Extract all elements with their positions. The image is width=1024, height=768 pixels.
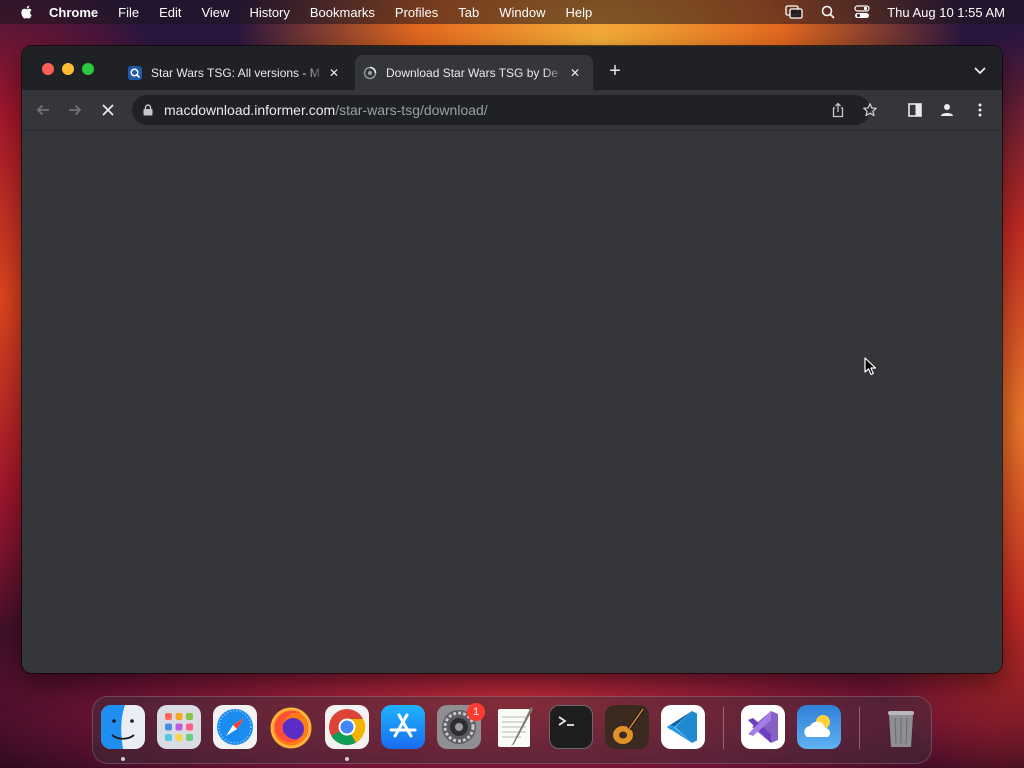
zoom-window-button[interactable]	[82, 63, 94, 75]
dock-separator	[723, 707, 724, 749]
menu-window[interactable]: Window	[499, 5, 545, 20]
profile-avatar-icon[interactable]	[937, 100, 957, 120]
chrome-icon[interactable]	[325, 705, 369, 749]
screen-mirroring-icon[interactable]	[785, 5, 803, 19]
menu-tab[interactable]: Tab	[458, 5, 479, 20]
minimize-window-button[interactable]	[62, 63, 74, 75]
back-arrow-icon[interactable]	[33, 100, 53, 120]
chevron-down-icon[interactable]	[972, 62, 988, 78]
app-store-icon[interactable]	[381, 705, 425, 749]
new-tab-plus-icon[interactable]: +	[606, 61, 624, 81]
lock-icon[interactable]	[142, 104, 154, 116]
firefox-icon[interactable]	[269, 705, 313, 749]
more-menu-icon[interactable]	[970, 100, 990, 120]
control-center-icon[interactable]	[853, 5, 871, 19]
bookmark-star-icon[interactable]	[861, 101, 879, 119]
close-tab-icon[interactable]: ✕	[567, 65, 583, 81]
address-bar[interactable]: macdownload.informer.com/star-wars-tsg/d…	[132, 95, 877, 125]
share-icon[interactable]	[829, 101, 847, 119]
forward-arrow-icon[interactable]	[65, 100, 85, 120]
apple-menu-icon[interactable]	[19, 4, 35, 20]
menu-profiles[interactable]: Profiles	[395, 5, 438, 20]
tab-title: Download Star Wars TSG by De	[386, 65, 567, 80]
close-window-button[interactable]	[42, 63, 54, 75]
tab-title: Star Wars TSG: All versions - M	[151, 65, 326, 80]
trash-icon[interactable]	[879, 705, 923, 749]
garageband-icon[interactable]	[605, 705, 649, 749]
dock: 1	[92, 696, 932, 764]
visual-studio-icon[interactable]	[741, 705, 785, 749]
mouse-pointer-icon	[864, 357, 877, 376]
menu-history[interactable]: History	[249, 5, 289, 20]
finder-icon[interactable]	[101, 705, 145, 749]
loading-globe-icon	[363, 66, 377, 79]
vscode-icon[interactable]	[661, 705, 705, 749]
menu-view[interactable]: View	[201, 5, 229, 20]
menu-app-name[interactable]: Chrome	[49, 5, 98, 20]
tab-strip: Star Wars TSG: All versions - M ✕ Downlo…	[22, 46, 1002, 90]
running-indicator	[345, 757, 349, 761]
browser-toolbar: macdownload.informer.com/star-wars-tsg/d…	[22, 90, 1002, 131]
menu-bookmarks[interactable]: Bookmarks	[310, 5, 375, 20]
notification-badge: 1	[467, 703, 485, 721]
page-content-area[interactable]	[22, 131, 1002, 673]
dock-separator	[859, 707, 860, 749]
stop-loading-icon[interactable]	[98, 100, 118, 120]
chrome-window: Star Wars TSG: All versions - M ✕ Downlo…	[22, 46, 1002, 673]
menu-bar: Chrome File Edit View History Bookmarks …	[0, 0, 1024, 24]
side-panel-icon[interactable]	[905, 100, 925, 120]
system-settings-icon[interactable]: 1	[437, 703, 485, 749]
menu-file[interactable]: File	[118, 5, 139, 20]
tab-star-wars-versions[interactable]: Star Wars TSG: All versions - M ✕	[120, 55, 352, 90]
search-favicon-icon	[128, 65, 142, 80]
menu-edit[interactable]: Edit	[159, 5, 181, 20]
terminal-icon[interactable]	[549, 705, 593, 749]
spotlight-search-icon[interactable]	[819, 5, 837, 19]
launchpad-icon[interactable]	[157, 705, 201, 749]
close-tab-icon[interactable]: ✕	[326, 65, 342, 81]
weather-icon[interactable]	[797, 705, 841, 749]
textedit-icon[interactable]	[493, 705, 537, 749]
running-indicator	[121, 757, 125, 761]
safari-icon[interactable]	[213, 705, 257, 749]
menu-clock[interactable]: Thu Aug 10 1:55 AM	[887, 5, 1005, 20]
menu-help[interactable]: Help	[566, 5, 593, 20]
tab-download-star-wars[interactable]: Download Star Wars TSG by De ✕	[355, 55, 593, 90]
address-url: macdownload.informer.com/star-wars-tsg/d…	[164, 102, 488, 118]
